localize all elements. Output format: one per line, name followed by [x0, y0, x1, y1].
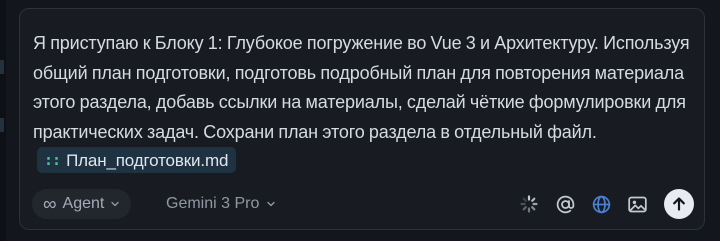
model-selector-button[interactable]: Gemini 3 Pro	[166, 189, 276, 219]
message-input[interactable]: Я приступаю к Блоку 1: Глубокое погружен…	[33, 29, 698, 177]
send-button[interactable]	[664, 189, 694, 219]
loading-spinner-icon	[518, 193, 540, 215]
side-panel-edge	[0, 0, 6, 241]
send-arrow-icon	[673, 197, 685, 211]
file-chip-label: План_подготовки.md	[66, 150, 229, 170]
image-icon[interactable]	[626, 193, 648, 215]
composer-toolbar: ∞ Agent Gemini 3 Pro	[32, 188, 694, 220]
chevron-down-icon	[267, 201, 276, 207]
model-label: Gemini 3 Pro	[166, 195, 260, 212]
chevron-down-icon	[111, 201, 120, 207]
mode-label: Agent	[62, 195, 105, 212]
chat-composer[interactable]: Я приступаю к Блоку 1: Глубокое погружен…	[19, 8, 705, 230]
globe-icon[interactable]	[590, 193, 612, 215]
at-mention-icon[interactable]	[554, 193, 576, 215]
message-text: Я приступаю к Блоку 1: Глубокое погружен…	[33, 33, 690, 142]
side-marker	[0, 118, 4, 132]
file-icon: ::	[44, 150, 61, 169]
infinity-icon: ∞	[43, 193, 57, 215]
mode-selector-button[interactable]: ∞ Agent	[32, 189, 132, 219]
composer-actions	[518, 188, 694, 220]
side-marker	[0, 60, 4, 74]
file-reference-chip[interactable]: :: План_подготовки.md	[37, 147, 237, 174]
